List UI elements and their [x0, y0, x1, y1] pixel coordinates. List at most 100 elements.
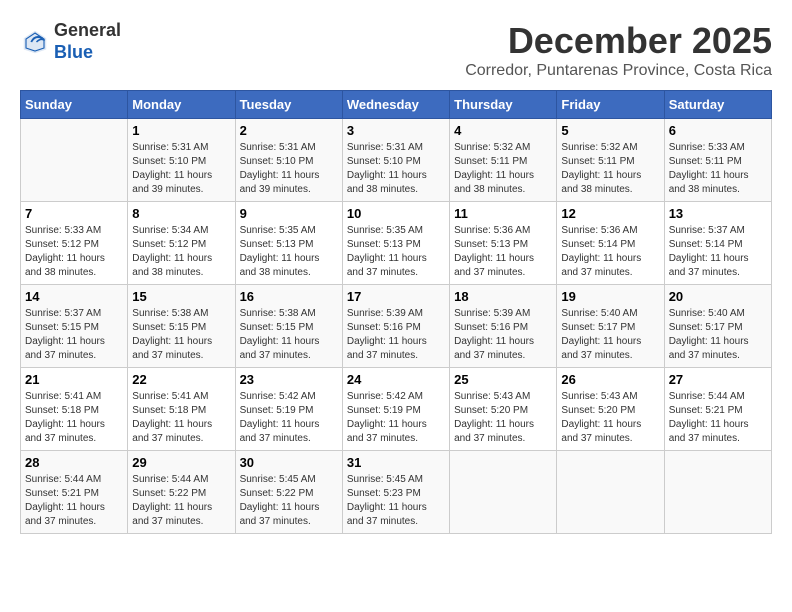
day-number: 1 [132, 123, 230, 138]
weekday-header-cell: Saturday [664, 91, 771, 119]
weekday-header-row: SundayMondayTuesdayWednesdayThursdayFrid… [21, 91, 772, 119]
calendar-week-row: 7 Sunrise: 5:33 AMSunset: 5:12 PMDaylight… [21, 202, 772, 285]
calendar-day-cell: 19 Sunrise: 5:40 AMSunset: 5:17 PMDayligh… [557, 285, 664, 368]
calendar-day-cell: 8 Sunrise: 5:34 AMSunset: 5:12 PMDaylight… [128, 202, 235, 285]
calendar-day-cell: 16 Sunrise: 5:38 AMSunset: 5:15 PMDayligh… [235, 285, 342, 368]
calendar-week-row: 14 Sunrise: 5:37 AMSunset: 5:15 PMDayligh… [21, 285, 772, 368]
day-info: Sunrise: 5:31 AMSunset: 5:10 PMDaylight:… [347, 141, 445, 197]
calendar-day-cell: 27 Sunrise: 5:44 AMSunset: 5:21 PMDayligh… [664, 368, 771, 451]
day-number: 28 [25, 455, 123, 470]
day-info: Sunrise: 5:31 AMSunset: 5:10 PMDaylight:… [240, 141, 338, 197]
calendar-day-cell: 3 Sunrise: 5:31 AMSunset: 5:10 PMDaylight… [342, 119, 449, 202]
day-number: 20 [669, 289, 767, 304]
calendar-table: SundayMondayTuesdayWednesdayThursdayFrid… [20, 90, 772, 534]
calendar-day-cell: 10 Sunrise: 5:35 AMSunset: 5:13 PMDayligh… [342, 202, 449, 285]
calendar-day-cell [450, 451, 557, 534]
day-number: 7 [25, 206, 123, 221]
calendar-day-cell: 26 Sunrise: 5:43 AMSunset: 5:20 PMDayligh… [557, 368, 664, 451]
calendar-day-cell: 1Sunrise: 5:31 AMSunset: 5:10 PMDaylight… [128, 119, 235, 202]
calendar-day-cell: 12 Sunrise: 5:36 AMSunset: 5:14 PMDayligh… [557, 202, 664, 285]
calendar-day-cell: 30 Sunrise: 5:45 AMSunset: 5:22 PMDayligh… [235, 451, 342, 534]
calendar-day-cell: 4 Sunrise: 5:32 AMSunset: 5:11 PMDaylight… [450, 119, 557, 202]
logo-icon [20, 27, 50, 57]
day-info: Sunrise: 5:34 AMSunset: 5:12 PMDaylight:… [132, 224, 230, 280]
day-info: Sunrise: 5:32 AMSunset: 5:11 PMDaylight:… [561, 141, 659, 197]
day-info: Sunrise: 5:33 AMSunset: 5:12 PMDaylight:… [25, 224, 123, 280]
calendar-day-cell: 24 Sunrise: 5:42 AMSunset: 5:19 PMDayligh… [342, 368, 449, 451]
day-number: 22 [132, 372, 230, 387]
day-info: Sunrise: 5:32 AMSunset: 5:11 PMDaylight:… [454, 141, 552, 197]
day-info: Sunrise: 5:36 AMSunset: 5:14 PMDaylight:… [561, 224, 659, 280]
day-info: Sunrise: 5:38 AMSunset: 5:15 PMDaylight:… [132, 307, 230, 363]
day-info: Sunrise: 5:39 AMSunset: 5:16 PMDaylight:… [454, 307, 552, 363]
logo: General Blue [20, 20, 121, 63]
calendar-week-row: 21Sunrise: 5:41 AMSunset: 5:18 PMDayligh… [21, 368, 772, 451]
day-number: 16 [240, 289, 338, 304]
calendar-day-cell: 31 Sunrise: 5:45 AMSunset: 5:23 PMDayligh… [342, 451, 449, 534]
day-info: Sunrise: 5:45 AMSunset: 5:22 PMDaylight:… [240, 473, 338, 529]
day-number: 17 [347, 289, 445, 304]
page-header: General Blue December 2025 Corredor, Pun… [20, 20, 772, 80]
calendar-week-row: 1 Sunrise: 5:31 AMSunset: 5:10 PMDaylight… [21, 119, 772, 202]
day-info: Sunrise: 5:36 AMSunset: 5:13 PMDaylight:… [454, 224, 552, 280]
calendar-day-cell: 2Sunrise: 5:31 AMSunset: 5:10 PMDaylight… [235, 119, 342, 202]
day-info: Sunrise: 5:35 AMSunset: 5:13 PMDaylight:… [347, 224, 445, 280]
day-info: Sunrise: 5:45 AMSunset: 5:23 PMDaylight:… [347, 473, 445, 529]
day-number: 30 [240, 455, 338, 470]
calendar-day-cell: 6Sunrise: 5:33 AMSunset: 5:11 PMDaylight… [664, 119, 771, 202]
day-number: 11 [454, 206, 552, 221]
day-info: Sunrise: 5:44 AMSunset: 5:21 PMDaylight:… [669, 390, 767, 446]
day-info: Sunrise: 5:33 AMSunset: 5:11 PMDaylight:… [669, 141, 767, 197]
day-info: Sunrise: 5:38 AMSunset: 5:15 PMDaylight:… [240, 307, 338, 363]
day-number: 15 [132, 289, 230, 304]
day-info: Sunrise: 5:42 AMSunset: 5:19 PMDaylight:… [347, 390, 445, 446]
calendar-day-cell: 25Sunrise: 5:43 AMSunset: 5:20 PMDayligh… [450, 368, 557, 451]
day-number: 4 [454, 123, 552, 138]
calendar-day-cell [557, 451, 664, 534]
calendar-day-cell: 28 Sunrise: 5:44 AMSunset: 5:21 PMDayligh… [21, 451, 128, 534]
day-info: Sunrise: 5:44 AMSunset: 5:21 PMDaylight:… [25, 473, 123, 529]
day-info: Sunrise: 5:43 AMSunset: 5:20 PMDaylight:… [561, 390, 659, 446]
day-number: 5 [561, 123, 659, 138]
calendar-day-cell: 22 Sunrise: 5:41 AMSunset: 5:18 PMDayligh… [128, 368, 235, 451]
month-title: December 2025 [465, 20, 772, 62]
calendar-day-cell: 17 Sunrise: 5:39 AMSunset: 5:16 PMDayligh… [342, 285, 449, 368]
day-info: Sunrise: 5:35 AMSunset: 5:13 PMDaylight:… [240, 224, 338, 280]
day-info: Sunrise: 5:42 AMSunset: 5:19 PMDaylight:… [240, 390, 338, 446]
calendar-day-cell: 15 Sunrise: 5:38 AMSunset: 5:15 PMDayligh… [128, 285, 235, 368]
location-title: Corredor, Puntarenas Province, Costa Ric… [465, 62, 772, 80]
day-number: 26 [561, 372, 659, 387]
day-info: Sunrise: 5:44 AMSunset: 5:22 PMDaylight:… [132, 473, 230, 529]
day-info: Sunrise: 5:43 AMSunset: 5:20 PMDaylight:… [454, 390, 552, 446]
logo-general-text: General [54, 20, 121, 40]
day-number: 10 [347, 206, 445, 221]
day-number: 24 [347, 372, 445, 387]
day-number: 12 [561, 206, 659, 221]
day-number: 3 [347, 123, 445, 138]
calendar-day-cell: 7 Sunrise: 5:33 AMSunset: 5:12 PMDaylight… [21, 202, 128, 285]
calendar-day-cell: 29 Sunrise: 5:44 AMSunset: 5:22 PMDayligh… [128, 451, 235, 534]
day-info: Sunrise: 5:39 AMSunset: 5:16 PMDaylight:… [347, 307, 445, 363]
calendar-day-cell: 23 Sunrise: 5:42 AMSunset: 5:19 PMDayligh… [235, 368, 342, 451]
calendar-day-cell: 5 Sunrise: 5:32 AMSunset: 5:11 PMDaylight… [557, 119, 664, 202]
day-info: Sunrise: 5:40 AMSunset: 5:17 PMDaylight:… [561, 307, 659, 363]
day-number: 8 [132, 206, 230, 221]
day-number: 27 [669, 372, 767, 387]
day-number: 19 [561, 289, 659, 304]
day-number: 31 [347, 455, 445, 470]
day-number: 18 [454, 289, 552, 304]
title-section: December 2025 Corredor, Puntarenas Provi… [465, 20, 772, 80]
day-number: 23 [240, 372, 338, 387]
day-number: 14 [25, 289, 123, 304]
day-info: Sunrise: 5:40 AMSunset: 5:17 PMDaylight:… [669, 307, 767, 363]
weekday-header-cell: Friday [557, 91, 664, 119]
weekday-header-cell: Wednesday [342, 91, 449, 119]
day-number: 29 [132, 455, 230, 470]
calendar-day-cell [664, 451, 771, 534]
day-number: 13 [669, 206, 767, 221]
day-info: Sunrise: 5:41 AMSunset: 5:18 PMDaylight:… [132, 390, 230, 446]
day-info: Sunrise: 5:37 AMSunset: 5:15 PMDaylight:… [25, 307, 123, 363]
calendar-day-cell: 13Sunrise: 5:37 AMSunset: 5:14 PMDayligh… [664, 202, 771, 285]
calendar-day-cell [21, 119, 128, 202]
weekday-header-cell: Monday [128, 91, 235, 119]
